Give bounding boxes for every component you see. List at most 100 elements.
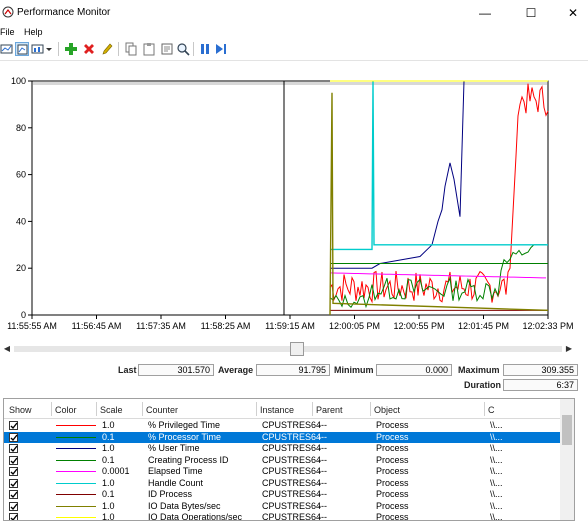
copy-properties-icon[interactable] — [124, 42, 138, 56]
x-tick-label: 12:01:45 PM — [458, 321, 509, 331]
header-show[interactable]: Show — [9, 405, 32, 415]
update-data-icon[interactable] — [214, 42, 228, 56]
cell-counter: Handle Count — [148, 477, 204, 488]
performance-line-chart: 100 80 60 40 20 011:55:55 AM 11:56:45 AM 11:57:… — [7, 76, 573, 331]
x-tick-label: 12:00:05 PM — [329, 321, 380, 331]
legend-row[interactable]: 0.1 Creating Process ID CPUSTRES64 --- Proce… — [4, 455, 560, 466]
header-divider — [142, 402, 143, 416]
header-color[interactable]: Color — [55, 405, 77, 415]
maximum-label: Maximum — [458, 365, 500, 375]
cell-object: Process — [376, 500, 409, 511]
cell-instance: CPUSTRES64 — [262, 489, 322, 499]
cell-instance: CPUSTRES64 — [262, 512, 322, 521]
series-color-swatch — [56, 494, 96, 495]
legend-row[interactable]: 1.0 % User Time CPUSTRES64 --- Process \\... — [4, 443, 560, 454]
y-tick-label: 0 — [21, 310, 26, 320]
header-computer[interactable]: C — [488, 405, 495, 415]
legend-scroll-thumb[interactable] — [562, 415, 572, 445]
maximum-value: 309.355 — [503, 364, 578, 376]
x-tick-label: 11:55:55 AM — [7, 321, 57, 331]
header-parent[interactable]: Parent — [316, 405, 343, 415]
scroll-left-icon[interactable]: ◀ — [2, 344, 12, 354]
header-divider — [312, 402, 313, 416]
legend-row[interactable]: 1.0 IO Data Bytes/sec CPUSTRES64 --- Process… — [4, 501, 560, 512]
minimum-value: 0.000 — [376, 364, 452, 376]
legend-row[interactable]: 0.1 % Processor Time CPUSTRES64 --- Process \… — [4, 431, 560, 443]
cell-scale: 0.1 — [102, 489, 115, 499]
scroll-track[interactable] — [14, 342, 562, 356]
cell-parent: --- — [318, 500, 327, 511]
cell-parent: --- — [318, 431, 327, 442]
show-checkbox[interactable] — [9, 478, 18, 488]
cell-counter: ID Process — [148, 489, 193, 499]
menu-help[interactable]: Help — [24, 27, 43, 37]
view-current-activity-icon[interactable] — [0, 42, 14, 56]
properties-icon[interactable] — [160, 42, 174, 56]
add-counter-icon[interactable] — [64, 42, 78, 56]
series-color-swatch — [56, 482, 96, 484]
cell-instance: CPUSTRES64 — [262, 443, 322, 453]
average-value: 91.795 — [256, 364, 330, 376]
header-object[interactable]: Object — [374, 405, 400, 415]
cell-computer: \\... — [490, 454, 503, 465]
cell-instance: CPUSTRES64 — [262, 500, 322, 511]
cell-counter: Creating Process ID — [148, 454, 229, 465]
dropdown-icon[interactable] — [45, 42, 53, 56]
y-tick-label: 80 — [16, 123, 26, 133]
view-log-data-icon[interactable] — [15, 42, 29, 56]
show-checkbox[interactable] — [9, 455, 18, 465]
plot-area — [31, 80, 549, 316]
close-button[interactable]: ✕ — [558, 3, 588, 23]
change-graph-type-icon[interactable] — [31, 42, 45, 56]
minimize-button[interactable]: — — [470, 3, 500, 23]
series-color-swatch — [56, 471, 96, 472]
scroll-thumb[interactable] — [290, 342, 304, 356]
show-checkbox[interactable] — [9, 501, 18, 511]
header-counter[interactable]: Counter — [146, 405, 178, 415]
performance-monitor-app-icon — [2, 6, 14, 18]
show-checkbox[interactable] — [9, 444, 18, 453]
header-scale[interactable]: Scale — [100, 405, 123, 415]
legend-row[interactable]: 0.1 ID Process CPUSTRES64 --- Process \\... — [4, 489, 560, 500]
series-color-swatch — [56, 459, 96, 461]
y-tick-label: 60 — [16, 170, 26, 180]
statistics-bar: Last 301.570 Average 91.795 Minimum 0.00… — [0, 360, 588, 394]
cell-computer: \\... — [490, 443, 503, 453]
legend-scrollbar[interactable] — [560, 399, 574, 520]
header-divider — [256, 402, 257, 416]
legend-row[interactable]: 1.0 IO Data Operations/sec CPUSTRES64 --- Pr… — [4, 512, 560, 521]
average-label: Average — [218, 365, 254, 375]
paste-counter-list-icon[interactable] — [142, 42, 156, 56]
menu-file[interactable]: File — [0, 27, 15, 37]
cell-computer: \\... — [490, 512, 503, 521]
cell-object: Process — [376, 443, 409, 453]
show-checkbox[interactable] — [9, 432, 18, 442]
minimum-label: Minimum — [334, 365, 374, 375]
header-divider — [370, 402, 371, 416]
header-divider — [96, 402, 97, 416]
maximize-button[interactable]: ☐ — [516, 3, 546, 23]
highlight-icon[interactable] — [100, 42, 114, 56]
legend-row[interactable]: 1.0 Handle Count CPUSTRES64 --- Process \\... — [4, 478, 560, 489]
scroll-right-icon[interactable]: ▶ — [564, 344, 574, 354]
legend-row[interactable]: 1.0 % Privileged Time CPUSTRES64 --- Process… — [4, 420, 560, 431]
time-scrollbar[interactable]: ◀ ▶ — [2, 342, 574, 356]
cell-computer: \\... — [490, 477, 503, 488]
show-checkbox[interactable] — [9, 467, 18, 476]
zoom-icon[interactable] — [176, 42, 190, 56]
x-tick-label: 12:02:33 PM — [522, 321, 573, 331]
duration-label: Duration — [464, 380, 501, 390]
cell-object: Process — [376, 512, 409, 521]
show-checkbox[interactable] — [9, 490, 18, 499]
show-checkbox[interactable] — [9, 421, 18, 430]
toolbar — [0, 40, 588, 58]
legend-row[interactable]: 0.0001 Elapsed Time CPUSTRES64 --- Process \\… — [4, 466, 560, 477]
delete-counter-icon[interactable] — [82, 42, 96, 56]
duration-value: 6:37 — [503, 379, 578, 391]
cell-counter: IO Data Operations/sec — [148, 512, 243, 521]
header-instance[interactable]: Instance — [260, 405, 294, 415]
show-checkbox[interactable] — [9, 513, 18, 520]
cell-computer: \\... — [490, 466, 503, 476]
freeze-display-icon[interactable] — [198, 42, 212, 56]
cell-counter: IO Data Bytes/sec — [148, 500, 221, 511]
